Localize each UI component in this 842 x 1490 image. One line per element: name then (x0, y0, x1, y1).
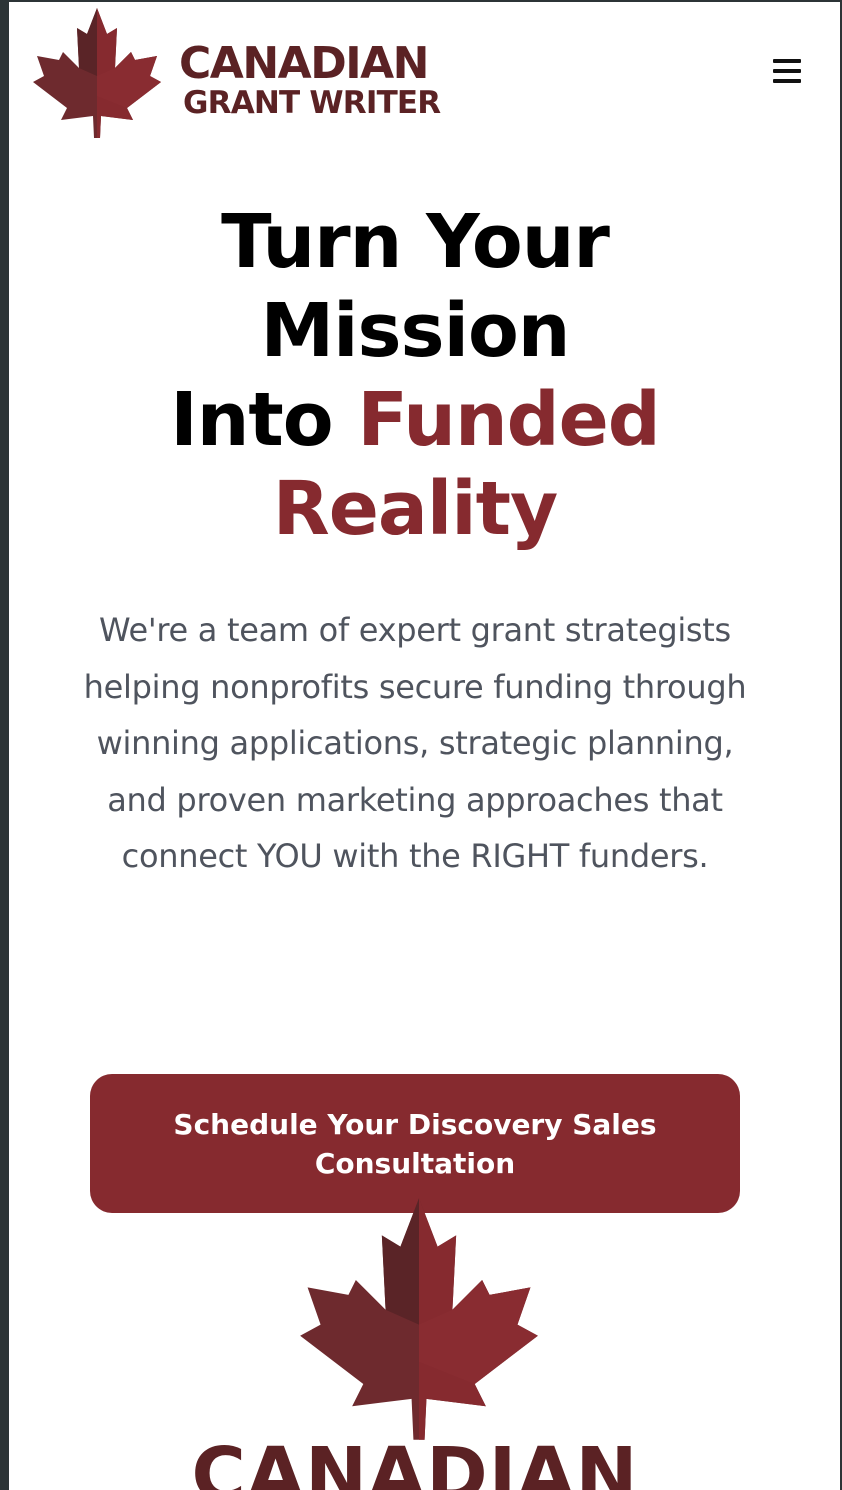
hero-description: We're a team of expert grant strategists… (83, 611, 747, 875)
site-header: CANADIAN GRANT WRITER (9, 2, 840, 142)
maple-leaf-icon (300, 1198, 538, 1440)
hero-title-line3-plain: Into (170, 377, 333, 463)
logo-subtitle: GRANT WRITER (183, 85, 441, 121)
hero-title: Turn Your Mission Into Funded Reality (9, 198, 821, 554)
site-logo[interactable]: CANADIAN GRANT WRITER (27, 6, 447, 140)
maple-leaf-icon (33, 8, 161, 138)
hero-title-line3-accent: Funded (357, 377, 660, 463)
menu-bar-top (773, 59, 801, 63)
hero-title-line1: Turn Your (221, 199, 610, 285)
footer-logo-text: CANADIAN (191, 1432, 639, 1490)
hamburger-menu-icon[interactable] (769, 55, 805, 87)
logo-title: CANADIAN (179, 38, 430, 89)
footer-logo (289, 1194, 549, 1444)
hero-title-line2: Mission (260, 288, 571, 374)
hero-title-line4-accent: Reality (272, 466, 558, 552)
menu-bar-middle (773, 69, 801, 73)
page: CANADIAN GRANT WRITER Turn Your Mission … (9, 2, 840, 1490)
menu-bar-bottom (773, 79, 801, 83)
cta-label: Schedule Your Discovery Sales Consultati… (173, 1107, 657, 1180)
schedule-consultation-button[interactable]: Schedule Your Discovery Sales Consultati… (90, 1074, 740, 1213)
